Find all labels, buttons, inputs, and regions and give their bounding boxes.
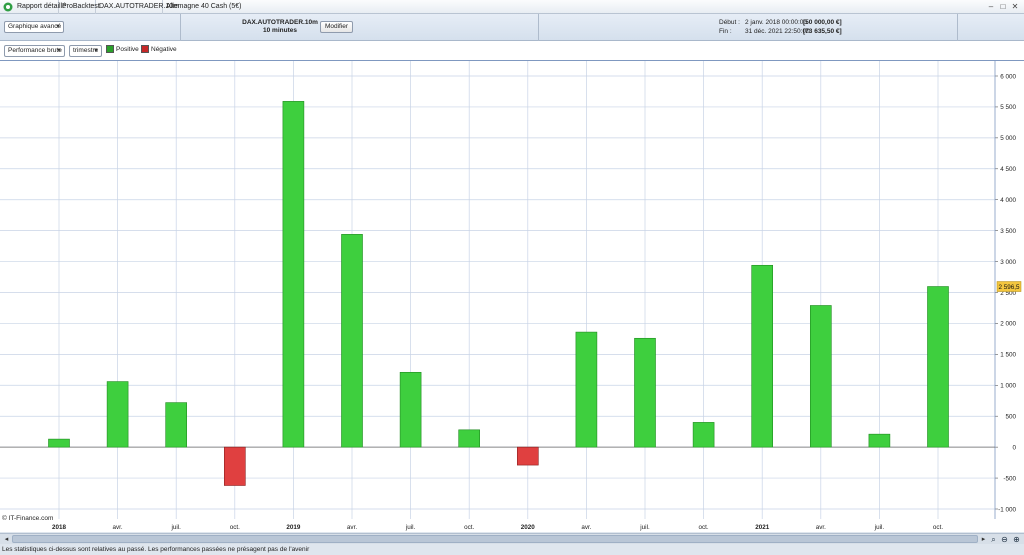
performance-chart[interactable]: 6 0005 5005 0004 5004 0003 5003 0002 500… [0, 61, 1024, 533]
bar-positive [282, 101, 305, 448]
scroll-right-icon[interactable]: ▸ [979, 535, 988, 544]
modify-button[interactable]: Modifier [320, 21, 353, 33]
scroll-left-icon[interactable]: ◂ [2, 535, 11, 544]
title-bar: Rapport détaillé ProBacktest DAX.AUTOTRA… [0, 0, 1024, 14]
bar-positive [48, 438, 70, 448]
copyright: © IT-Finance.com [2, 515, 54, 522]
tab-instrument[interactable]: Allemagne 40 Cash (5€) [163, 0, 253, 14]
bar-negative [224, 446, 246, 486]
bar-positive [868, 433, 891, 448]
performance-type-dropdown[interactable]: Performance brute ▼ [4, 45, 65, 57]
divider [957, 14, 958, 41]
bar-positive [458, 429, 481, 448]
bar-positive [927, 286, 949, 448]
chevron-down-icon: ▼ [93, 48, 99, 54]
x-tick-label: oct. [464, 524, 474, 531]
bar-positive [399, 371, 422, 448]
y-tick-label: 1 500 [1000, 352, 1016, 359]
end-capital: [73 635,50 €] [803, 28, 842, 35]
start-label: Début : [719, 19, 740, 26]
y-tick-label: 5 000 [1000, 135, 1016, 142]
legend-positive-swatch [106, 45, 114, 53]
tab-strategy[interactable]: DAX.AUTOTRADER.10m [96, 0, 179, 14]
y-tick-label: 500 [1005, 414, 1016, 421]
end-date: 31 déc. 2021 22:50:00 [745, 28, 810, 35]
period-dropdown[interactable]: trimestre ▼ [69, 45, 102, 57]
y-tick-label: -500 [1003, 475, 1016, 482]
y-tick-label: 1 000 [1000, 383, 1016, 390]
start-capital: [50 000,00 €] [803, 19, 842, 26]
chart-area[interactable]: 6 000 5 500 5 000 4 500 4 000 3 500 3 000 2 500… [0, 60, 1024, 532]
performance-type-label: Performance brute [8, 47, 62, 54]
graph-mode-label: Graphique avancé [8, 23, 62, 30]
y-tick-label: 3 000 [1000, 259, 1016, 266]
last-value-label: 2 596,5 [998, 284, 1020, 291]
scroll-thumb[interactable] [12, 535, 978, 543]
y-tick-label: 4 500 [1000, 166, 1016, 173]
maximize-button[interactable]: □ [998, 2, 1008, 12]
x-tick-label: juil. [639, 524, 650, 531]
horizontal-scrollbar[interactable]: ◂ ▸ ⌕ ⊖ ⊕ [0, 533, 1024, 544]
chevron-down-icon: ▼ [56, 48, 62, 54]
x-tick-label: avr. [347, 524, 357, 531]
bar-positive [751, 264, 774, 448]
x-tick-label: 2019 [286, 524, 301, 531]
disclaimer: Les statistiques ci-dessus sont relative… [0, 544, 1024, 555]
bar-positive [634, 337, 656, 448]
x-tick-label: 2021 [755, 524, 770, 531]
x-tick-label: oct. [933, 524, 943, 531]
bar-positive [809, 305, 832, 448]
bar-positive [106, 381, 129, 448]
x-tick-label: avr. [113, 524, 123, 531]
x-tick-label: 2020 [521, 524, 536, 531]
bar-negative [516, 446, 539, 466]
report-header: Graphique avancé ▼ DAX.AUTOTRADER.10m 10… [0, 14, 1024, 41]
bar-positive [575, 331, 598, 448]
legend-positive-label: Positive [116, 46, 139, 53]
x-tick-label: juil. [874, 524, 885, 531]
end-label: Fin : [719, 28, 732, 35]
graph-mode-dropdown[interactable]: Graphique avancé ▼ [4, 21, 64, 33]
y-tick-label: 5 500 [1000, 104, 1016, 111]
timeframe-label: 10 minutes [263, 27, 297, 34]
tab-probacktest[interactable]: ProBacktest [59, 0, 100, 14]
y-tick-label: 0 [1012, 444, 1016, 451]
y-tick-label: 2 000 [1000, 321, 1016, 328]
strategy-name: DAX.AUTOTRADER.10m [242, 19, 318, 26]
bar-positive [692, 422, 715, 448]
x-tick-label: 2018 [52, 524, 67, 531]
x-tick-label: avr. [581, 524, 591, 531]
bar-positive [165, 402, 187, 448]
y-tick-label: 6 000 [1000, 73, 1016, 80]
close-button[interactable]: ✕ [1010, 2, 1020, 12]
app-logo-icon [3, 2, 13, 12]
minimize-button[interactable]: – [986, 2, 996, 12]
x-tick-label: avr. [816, 524, 826, 531]
x-tick-label: oct. [230, 524, 240, 531]
divider [538, 14, 539, 41]
x-tick-label: oct. [699, 524, 709, 531]
y-tick-label: 3 500 [1000, 228, 1016, 235]
chevron-down-icon: ▼ [55, 24, 61, 30]
tab-detailed-report[interactable]: Rapport détaillé [14, 0, 66, 14]
legend-negative-label: Négative [151, 46, 177, 53]
bar-positive [341, 234, 363, 448]
y-tick-label: 4 000 [1000, 197, 1016, 204]
y-tick-label: -1 000 [998, 506, 1016, 513]
chart-toolbar: Performance brute ▼ trimestre ▼ Positive… [0, 41, 1024, 60]
x-tick-label: juil. [405, 524, 416, 531]
divider [180, 14, 181, 41]
legend-negative-swatch [141, 45, 149, 53]
x-tick-label: juil. [170, 524, 181, 531]
start-date: 2 janv. 2018 00:00:00 [745, 19, 808, 26]
